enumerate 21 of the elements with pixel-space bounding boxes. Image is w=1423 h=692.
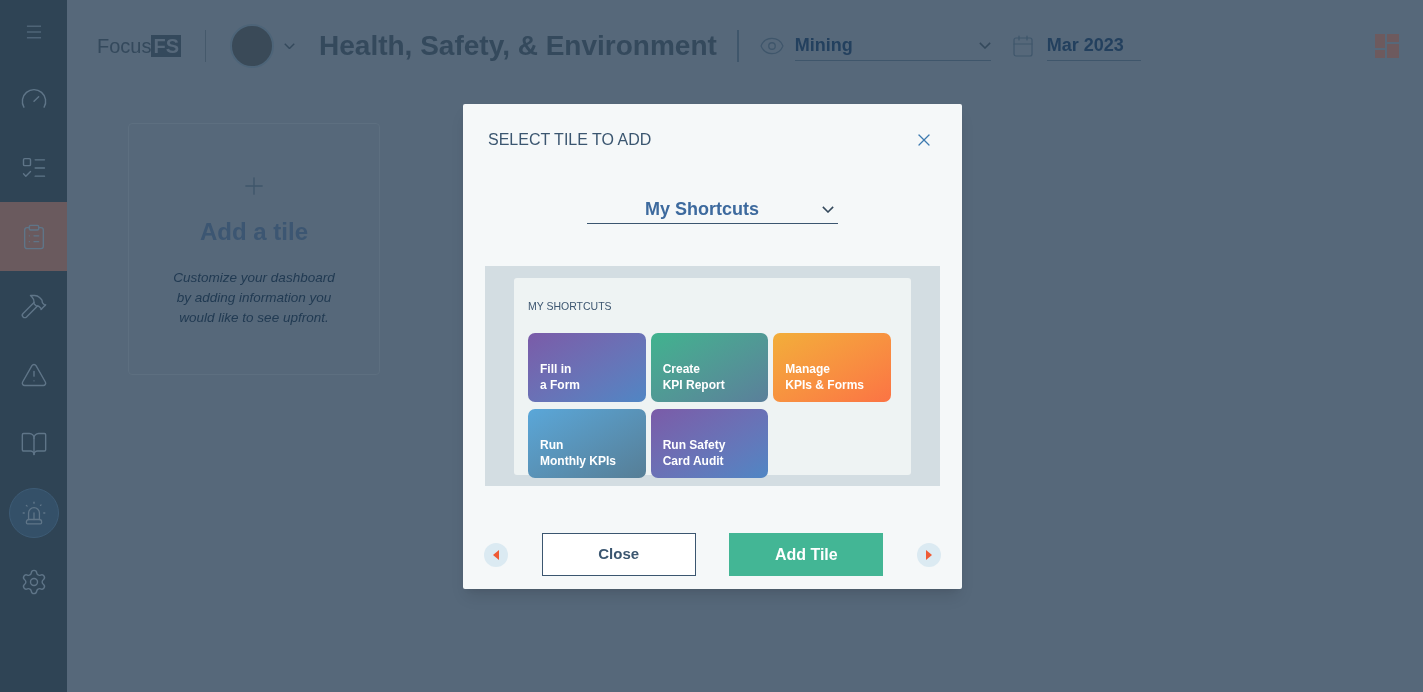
user-avatar[interactable] bbox=[230, 24, 275, 68]
shortcut-tile[interactable]: Manage KPIs & Forms bbox=[773, 332, 891, 402]
chevron-down-icon bbox=[978, 41, 991, 50]
category-select[interactable]: My Shortcuts bbox=[587, 196, 838, 224]
left-arrow-icon bbox=[492, 549, 500, 560]
right-arrow-icon bbox=[924, 549, 933, 560]
shortcut-tile[interactable]: Create KPI Report bbox=[650, 332, 769, 402]
dialog-title: SELECT TILE TO ADD bbox=[488, 130, 652, 150]
add-tile-button[interactable]: Add Tile bbox=[729, 533, 884, 576]
sidebar-item[interactable] bbox=[0, 202, 67, 271]
shortcut-tile[interactable]: Run Safety Card Audit bbox=[650, 408, 769, 478]
chevron-down-icon bbox=[822, 205, 834, 214]
previous-button[interactable] bbox=[484, 542, 508, 567]
shortcut-tile[interactable]: Run Monthly KPIs bbox=[528, 408, 646, 478]
close-button[interactable]: Close bbox=[541, 533, 696, 576]
shortcuts-heading: MY SHORTCUTS bbox=[528, 299, 612, 312]
next-button[interactable] bbox=[916, 542, 941, 567]
layout-icon[interactable] bbox=[1375, 34, 1399, 58]
siren-icon bbox=[20, 499, 47, 526]
chevron-down-icon bbox=[284, 42, 296, 50]
shortcut-tile[interactable]: Fill in a Form bbox=[528, 332, 646, 402]
